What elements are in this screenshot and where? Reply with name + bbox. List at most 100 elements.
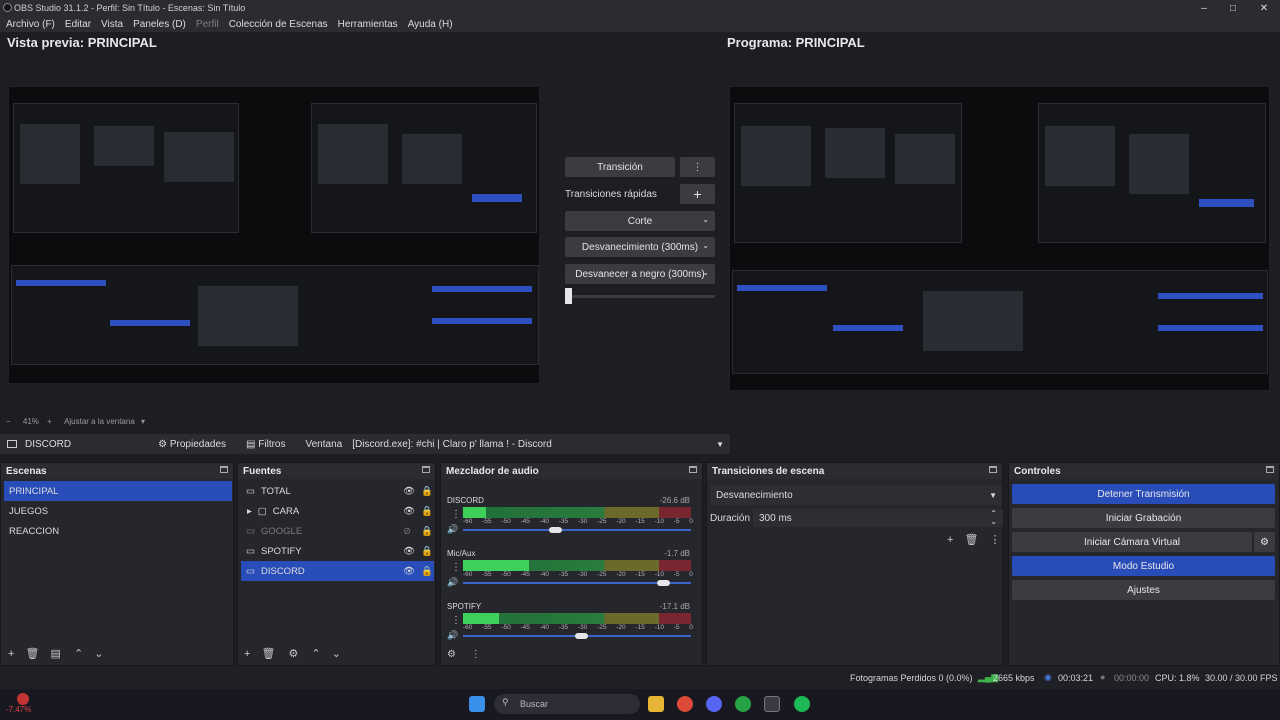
window-select[interactable]: [Discord.exe]: #chi | Claro p' llama ! -… [352, 439, 552, 450]
lock-icon[interactable]: 🔒 [421, 486, 433, 497]
scene-item[interactable]: PRINCIPAL [4, 481, 232, 501]
minimize-icon[interactable]: – [1190, 0, 1218, 16]
lock-icon[interactable]: 🔒 [421, 566, 433, 577]
menu-editar[interactable]: Editar [65, 19, 91, 30]
add-quick-transition-icon[interactable]: + [680, 184, 715, 204]
menu-paneles[interactable]: Paneles (D) [133, 19, 186, 30]
window-select-chevron-icon[interactable]: ▼ [716, 440, 724, 449]
scale-tick: -40 [539, 571, 550, 578]
tbar-handle[interactable] [565, 288, 572, 304]
scene-item[interactable]: REACCION [4, 521, 233, 541]
file-explorer-icon[interactable] [648, 696, 664, 712]
scene-item[interactable]: JUEGOS [4, 501, 233, 521]
menu-herramientas[interactable]: Herramientas [338, 19, 398, 30]
advanced-audio-icon[interactable]: ⚙ [447, 649, 456, 660]
menu-vista[interactable]: Vista [101, 19, 123, 30]
scene-filters-icon[interactable]: ▤ [51, 648, 61, 660]
menu-coleccion-escenas[interactable]: Colección de Escenas [229, 19, 328, 30]
eye-icon[interactable]: 👁 [403, 506, 415, 517]
obs-taskbar-icon[interactable] [764, 696, 780, 712]
eye-icon[interactable]: 👁 [403, 546, 415, 557]
source-properties-icon[interactable]: ⚙ [289, 648, 299, 660]
volume-slider-handle[interactable] [575, 633, 588, 639]
channel-menu-icon[interactable]: ⋮ [451, 615, 461, 626]
undock-icon[interactable] [689, 466, 697, 473]
eye-icon[interactable]: 👁 [403, 566, 415, 577]
speaker-icon[interactable]: 🔊 [447, 524, 458, 535]
volume-slider[interactable] [463, 529, 691, 531]
maximize-icon[interactable]: □ [1219, 0, 1247, 16]
widget-icon[interactable] [17, 693, 29, 705]
channel-menu-icon[interactable]: ⋮ [451, 509, 461, 520]
channel-menu-icon[interactable]: ⋮ [451, 562, 461, 573]
speaker-icon[interactable]: 🔊 [447, 630, 458, 641]
zoom-out-icon[interactable]: − [6, 417, 11, 426]
undock-icon[interactable] [220, 466, 228, 473]
quick-transition-fade[interactable]: Desvanecimiento (300ms) ⌄ [565, 237, 715, 257]
quick-transition-fade-black[interactable]: Desvanecer a negro (300ms) ⌄ [565, 264, 715, 284]
add-scene-icon[interactable]: + [8, 648, 14, 660]
menu-ayuda[interactable]: Ayuda (H) [408, 19, 453, 30]
speaker-icon[interactable]: 🔊 [447, 577, 458, 588]
lock-icon[interactable]: 🔒 [421, 506, 433, 517]
sources-footer: + 🗑 ⚙ ⌃ ⌄ [244, 647, 341, 660]
undock-icon[interactable] [989, 466, 997, 473]
remove-source-icon[interactable]: 🗑 [262, 648, 276, 660]
whatsapp-icon[interactable] [735, 696, 751, 712]
quick-transition-corte[interactable]: Corte ⌄ [565, 211, 715, 231]
source-item[interactable]: ▭ GOOGLE ⊘ 🔒 [241, 521, 435, 541]
menu-perfil[interactable]: Perfil [196, 19, 219, 30]
mixer-menu-icon[interactable]: ⋮ [471, 649, 481, 660]
move-up-icon[interactable]: ⌃ [74, 648, 83, 660]
stop-stream-button[interactable]: Detener Transmisión [1012, 484, 1275, 504]
source-item[interactable]: ▭ TOTAL 👁 🔒 [241, 481, 435, 501]
transition-button[interactable]: Transición [565, 157, 675, 177]
duration-spinbox[interactable]: 300 ms ⌃ ⌄ [753, 509, 1003, 527]
eye-hidden-icon[interactable]: ⊘ [403, 526, 411, 537]
filters-button[interactable]: ▤ Filtros [246, 439, 285, 450]
chrome-icon[interactable] [677, 696, 693, 712]
spotify-icon[interactable] [794, 696, 810, 712]
tbar-track[interactable] [565, 295, 715, 298]
virtual-camera-button[interactable]: Iniciar Cámara Virtual [1012, 532, 1252, 552]
taskbar-search[interactable]: ⚲ Buscar [494, 694, 640, 714]
source-item[interactable]: ▭ DISCORD 👁 🔒 [241, 561, 434, 581]
source-item[interactable]: ▭ SPOTIFY 👁 🔒 [241, 541, 435, 561]
start-recording-button[interactable]: Iniciar Grabación [1012, 508, 1275, 528]
menu-archivo[interactable]: Archivo (F) [6, 19, 55, 30]
transition-menu-icon[interactable]: ⋮ [680, 157, 715, 177]
add-transition-icon[interactable]: + [947, 534, 953, 546]
move-down-icon[interactable]: ⌄ [94, 648, 103, 660]
window-titlebar: OBS Studio 31.1.2 - Perfil: Sin Título -… [0, 0, 1280, 16]
properties-button[interactable]: ⚙ Propiedades [158, 439, 226, 450]
remove-transition-icon[interactable]: 🗑 [965, 534, 979, 546]
discord-icon[interactable] [706, 696, 722, 712]
transition-props-icon[interactable]: ⋮ [990, 534, 1001, 546]
transition-select[interactable]: Desvanecimiento ▼ [710, 485, 1002, 505]
zoom-in-icon[interactable]: + [47, 417, 52, 426]
spin-arrows-icon[interactable]: ⌃ ⌄ [990, 510, 997, 526]
lock-icon[interactable]: 🔒 [421, 546, 433, 557]
add-source-icon[interactable]: + [244, 648, 250, 660]
settings-button[interactable]: Ajustes [1012, 580, 1275, 600]
close-icon[interactable]: ✕ [1250, 0, 1278, 16]
move-up-icon[interactable]: ⌃ [311, 648, 320, 660]
preview-canvas[interactable] [8, 86, 540, 384]
meter-level [463, 613, 500, 624]
undock-icon[interactable] [1266, 466, 1274, 473]
remove-scene-icon[interactable]: 🗑 [26, 648, 40, 660]
fit-dropdown[interactable]: Ajustar a la ventana [64, 417, 135, 426]
scale-tick: -45 [520, 518, 530, 525]
eye-icon[interactable]: 👁 [403, 486, 415, 497]
virtual-camera-settings-icon[interactable]: ⚙ [1254, 532, 1275, 552]
undock-icon[interactable] [422, 466, 430, 473]
move-down-icon[interactable]: ⌄ [332, 648, 341, 660]
volume-slider-handle[interactable] [549, 527, 562, 533]
windows-start-icon[interactable] [469, 696, 485, 712]
volume-slider-handle[interactable] [657, 580, 670, 586]
lock-icon[interactable]: 🔒 [421, 526, 433, 537]
source-item[interactable]: ▸ ▢ CARA 👁 🔒 [241, 501, 435, 521]
menu-bar: Archivo (F) Editar Vista Paneles (D) Per… [0, 16, 1280, 32]
studio-mode-button[interactable]: Modo Estudio [1012, 556, 1275, 576]
expand-chevron-icon[interactable]: ▸ [247, 506, 252, 517]
